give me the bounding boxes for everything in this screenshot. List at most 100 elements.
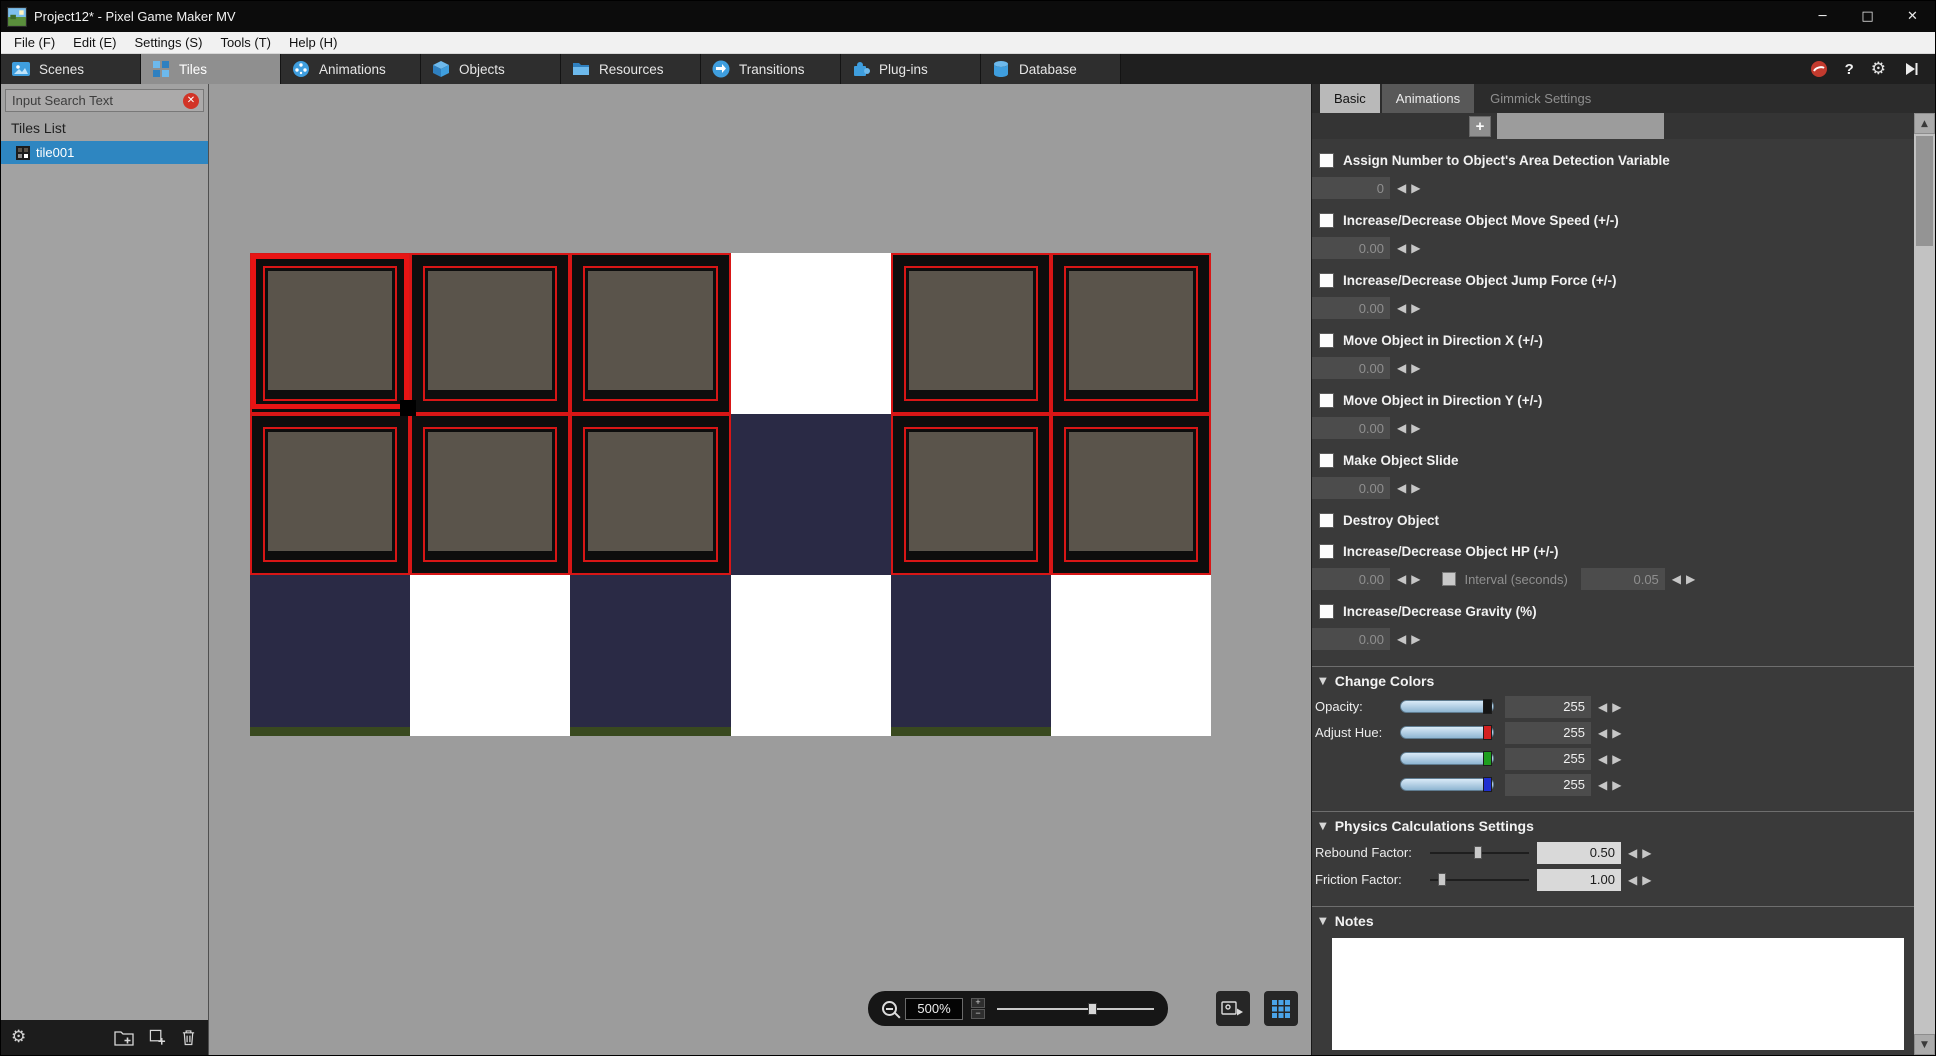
panel-tab-basic[interactable]: Basic xyxy=(1320,84,1380,113)
scroll-down-icon[interactable]: ▼ xyxy=(1914,1034,1935,1055)
partial-list-item[interactable] xyxy=(1497,113,1664,139)
decrease-arrow-icon[interactable]: ◀ xyxy=(1397,182,1406,194)
increase-arrow-icon[interactable]: ▶ xyxy=(1612,779,1621,791)
sidebar-gear-icon[interactable]: ⚙ xyxy=(11,1029,26,1046)
action-value-field[interactable]: 0 xyxy=(1312,177,1390,199)
increase-arrow-icon[interactable]: ▶ xyxy=(1686,573,1695,585)
hue-blue-slider-handle[interactable] xyxy=(1483,777,1492,792)
tile-cell-block[interactable] xyxy=(570,253,731,414)
decrease-arrow-icon[interactable]: ◀ xyxy=(1397,422,1406,434)
increase-arrow-icon[interactable]: ▶ xyxy=(1411,422,1420,434)
tab-database[interactable]: Database xyxy=(981,54,1121,84)
opacity-value-field[interactable]: 255 xyxy=(1505,695,1591,718)
action-checkbox[interactable] xyxy=(1319,544,1334,559)
section-notes[interactable]: ▼ Notes xyxy=(1312,906,1914,931)
tab-resources[interactable]: Resources xyxy=(561,54,701,84)
increase-arrow-icon[interactable]: ▶ xyxy=(1411,633,1420,645)
action-checkbox[interactable] xyxy=(1319,333,1334,348)
menu-tools[interactable]: Tools (T) xyxy=(211,33,280,52)
notes-textarea[interactable] xyxy=(1332,938,1904,1050)
tile-cell-block[interactable] xyxy=(890,253,1051,414)
grid-toggle-button[interactable] xyxy=(1264,991,1298,1026)
section-physics[interactable]: ▼ Physics Calculations Settings xyxy=(1312,811,1914,836)
decrease-arrow-icon[interactable]: ◀ xyxy=(1397,242,1406,254)
action-value-field[interactable]: 0.00 xyxy=(1312,297,1390,319)
action-checkbox[interactable] xyxy=(1319,273,1334,288)
friction-value-field[interactable]: 1.00 xyxy=(1537,868,1621,891)
add-button[interactable]: + xyxy=(1469,115,1491,137)
tile-cell-navy[interactable] xyxy=(730,414,891,575)
tab-tiles[interactable]: Tiles xyxy=(141,54,281,84)
zoom-out-button[interactable]: − xyxy=(971,1009,985,1019)
rebound-value-field[interactable]: 0.50 xyxy=(1537,841,1621,864)
decrease-arrow-icon[interactable]: ◀ xyxy=(1397,362,1406,374)
menu-help[interactable]: Help (H) xyxy=(280,33,346,52)
action-value-field[interactable]: 0.00 xyxy=(1312,357,1390,379)
add-tile-icon[interactable] xyxy=(149,1029,166,1046)
increase-arrow-icon[interactable]: ▶ xyxy=(1642,847,1651,859)
decrease-arrow-icon[interactable]: ◀ xyxy=(1598,779,1607,791)
action-checkbox[interactable] xyxy=(1319,213,1334,228)
tiles-list-item-tile001[interactable]: tile001 xyxy=(1,141,208,164)
hue-green-slider-handle[interactable] xyxy=(1483,751,1492,766)
tab-transitions[interactable]: Transitions xyxy=(701,54,841,84)
record-icon[interactable] xyxy=(1810,60,1828,78)
tile-cell-white[interactable] xyxy=(1050,575,1211,736)
section-change-colors[interactable]: ▼ Change Colors xyxy=(1312,666,1914,691)
scrollbar-thumb[interactable] xyxy=(1916,136,1933,246)
maximize-button[interactable]: □ xyxy=(1845,1,1890,32)
search-input[interactable] xyxy=(5,89,204,112)
action-value-field[interactable]: 0.00 xyxy=(1312,237,1390,259)
interval-checkbox[interactable] xyxy=(1442,572,1457,586)
tile-cell-navy-g[interactable] xyxy=(570,575,731,736)
rebound-slider-handle[interactable] xyxy=(1473,846,1482,859)
decrease-arrow-icon[interactable]: ◀ xyxy=(1628,874,1637,886)
tile-cell-white[interactable] xyxy=(410,575,571,736)
decrease-arrow-icon[interactable]: ◀ xyxy=(1628,847,1637,859)
run-icon[interactable] xyxy=(1903,61,1919,77)
tileset[interactable] xyxy=(250,253,1211,736)
scroll-up-icon[interactable]: ▲ xyxy=(1914,113,1935,134)
zoom-value[interactable]: 500% xyxy=(905,997,963,1020)
action-checkbox[interactable] xyxy=(1319,604,1334,619)
hue-blue-value-field[interactable]: 255 xyxy=(1505,773,1591,796)
action-checkbox[interactable] xyxy=(1319,393,1334,408)
opacity-slider[interactable] xyxy=(1400,699,1494,714)
zoom-slider[interactable] xyxy=(997,1002,1154,1016)
selection-handle[interactable] xyxy=(400,400,416,416)
search-clear-icon[interactable]: ✕ xyxy=(183,93,199,109)
menu-edit[interactable]: Edit (E) xyxy=(64,33,125,52)
decrease-arrow-icon[interactable]: ◀ xyxy=(1397,482,1406,494)
tab-animations[interactable]: Animations xyxy=(281,54,421,84)
rebound-factor-slider[interactable] xyxy=(1430,846,1529,859)
increase-arrow-icon[interactable]: ▶ xyxy=(1411,302,1420,314)
increase-arrow-icon[interactable]: ▶ xyxy=(1612,701,1621,713)
decrease-arrow-icon[interactable]: ◀ xyxy=(1598,727,1607,739)
action-checkbox[interactable] xyxy=(1319,153,1334,168)
tab-plugins[interactable]: Plug-ins xyxy=(841,54,981,84)
preview-toggle-button[interactable] xyxy=(1216,991,1250,1026)
zoom-in-button[interactable]: + xyxy=(971,998,985,1008)
decrease-arrow-icon[interactable]: ◀ xyxy=(1598,753,1607,765)
tile-cell-block[interactable] xyxy=(890,414,1051,575)
tile-cell-block[interactable] xyxy=(1050,414,1211,575)
tile-cell-white[interactable] xyxy=(730,253,891,414)
action-value-field[interactable]: 0.00 xyxy=(1312,417,1390,439)
increase-arrow-icon[interactable]: ▶ xyxy=(1411,573,1420,585)
tile-cell-navy-g[interactable] xyxy=(250,575,411,736)
tile-cell-navy-g[interactable] xyxy=(890,575,1052,736)
menu-settings[interactable]: Settings (S) xyxy=(126,33,212,52)
increase-arrow-icon[interactable]: ▶ xyxy=(1411,242,1420,254)
help-icon[interactable]: ? xyxy=(1845,61,1854,78)
increase-arrow-icon[interactable]: ▶ xyxy=(1411,482,1420,494)
action-checkbox[interactable] xyxy=(1319,453,1334,468)
tile-cell-block[interactable] xyxy=(570,414,731,575)
tile-cell-block[interactable] xyxy=(250,414,411,575)
action-value-field[interactable]: 0.00 xyxy=(1312,477,1390,499)
tab-objects[interactable]: Objects xyxy=(421,54,561,84)
increase-arrow-icon[interactable]: ▶ xyxy=(1411,182,1420,194)
action-value-field[interactable]: 0.00 xyxy=(1312,628,1390,650)
hue-red-slider[interactable] xyxy=(1400,725,1494,740)
increase-arrow-icon[interactable]: ▶ xyxy=(1642,874,1651,886)
panel-tab-animations[interactable]: Animations xyxy=(1381,84,1475,113)
